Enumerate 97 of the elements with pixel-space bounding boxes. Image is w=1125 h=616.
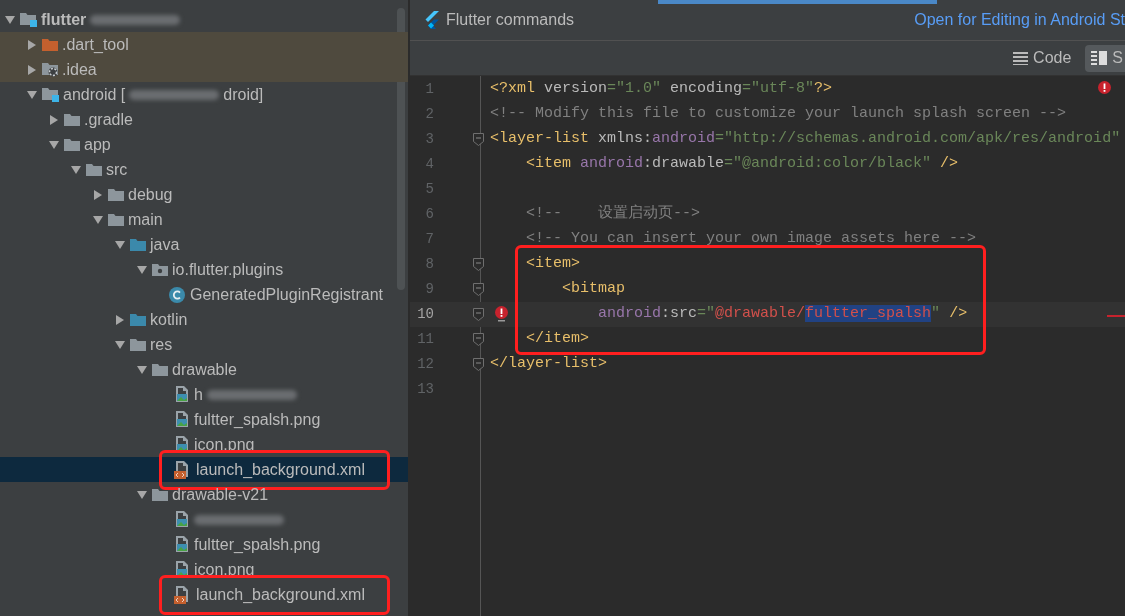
item-label: launch_background.xml [196,584,365,605]
image-file-icon [174,511,190,528]
image-file-icon [174,536,190,553]
folder-icon [108,187,124,202]
line-number: 6 [424,205,434,224]
tree-row[interactable]: main [0,207,408,232]
tree-row[interactable]: .idea [0,57,408,82]
code-line: </item> [525,329,590,350]
module-folder-icon [20,12,37,27]
code-editor[interactable] [410,76,1125,616]
tree-row[interactable]: io.flutter.plugins [0,257,408,282]
line-number: 4 [424,155,434,174]
code-line: <!-- Modify this file to customize your launch splash screen --> [489,104,1067,125]
error-icon [1098,81,1111,94]
line-number: 9 [424,280,434,299]
tree-row[interactable]: kotlin [0,307,408,332]
item-label: android [ [63,84,126,105]
banner-title: Flutter commands [446,10,575,30]
code-line: android:src="@drawable/fultter_spalsh" /> [597,304,968,325]
folder-icon [130,237,146,252]
item-label: io.flutter.plugins [172,259,284,280]
item-label: launch_background.xml [196,459,365,480]
code-line: <?xml version="1.0" encoding="utf-8"?> [489,79,833,100]
item-label: .idea [62,59,97,80]
image-file-icon [174,386,190,403]
code-line: <item> [525,254,580,275]
tree-row[interactable]: .dart_tool [0,32,408,57]
item-label: flutter [41,9,87,30]
folder-icon [108,212,124,227]
line-number: 7 [424,230,434,249]
tree-row[interactable]: app [0,132,408,157]
tree-row[interactable]: launch_background.xml [0,582,408,607]
item-label: .gradle [84,109,133,130]
item-label: main [128,209,163,230]
item-label: debug [128,184,173,205]
tree-row[interactable]: h [0,382,408,407]
folder-gear-icon [42,62,58,77]
code-line: <item android:drawable="@android:color/black" /> [525,154,959,175]
item-label: drawable-v21 [172,484,269,505]
item-label: java [150,234,180,255]
code-line: <bitmap [561,279,626,300]
tree-row[interactable]: fultter_spalsh.png [0,407,408,432]
line-number: 2 [424,105,434,124]
code-line: <!-- 设置启动页--> [525,203,701,225]
item-label: app [84,134,111,155]
code-line: <!-- You can insert your own image assets here --> [525,229,977,250]
line-number: 10 [416,305,434,324]
folder-icon [86,162,102,177]
tree-row[interactable]: launch_background.xml [0,457,408,482]
class-icon [168,285,186,304]
line-number: 11 [416,330,434,349]
code-line: <layer-list xmlns:android="http://schemas.android.com/apk/res/android" [489,129,1121,150]
folder-icon [130,337,146,352]
line-number: 13 [416,380,434,399]
line-number: 3 [424,130,434,149]
lines-icon [1013,51,1029,65]
folder-icon [152,362,168,377]
package-icon [152,262,168,277]
item-label: fultter_spalsh.png [194,534,321,555]
tree-row[interactable]: fultter_spalsh.png [0,532,408,557]
line-number: 8 [424,255,434,274]
folder-icon [64,137,80,152]
tree-row[interactable]: flutter [0,7,408,32]
item-label: src [106,159,128,180]
image-file-icon [174,411,190,428]
flutter-logo-icon [424,11,440,29]
tree-row[interactable]: debug [0,182,408,207]
folder-icon [64,112,80,127]
item-label: drawable [172,359,237,380]
folder-icon [152,487,168,502]
tree-row[interactable]: src [0,157,408,182]
tree-row[interactable]: GeneratedPluginRegistrant [0,282,408,307]
line-number: 5 [424,180,434,199]
split-view-icon [1091,51,1108,65]
tree-row[interactable]: drawable-v21 [0,482,408,507]
view-button[interactable]: Code [1007,44,1078,72]
item-label: droid] [223,84,264,105]
error-stripe-mark [1107,315,1125,317]
module-folder-icon [42,87,59,102]
item-label: .dart_tool [62,34,129,55]
line-number: 1 [424,80,434,99]
tree-row[interactable]: android [ droid] [0,82,408,107]
open-editing-link[interactable]: Open for Editing in Android St [914,8,1125,32]
line-number: 12 [416,355,434,374]
folder-icon [130,312,146,327]
tree-row[interactable]: drawable [0,357,408,382]
item-label: res [150,334,173,355]
tree-row[interactable]: res [0,332,408,357]
tree-row[interactable]: java [0,232,408,257]
folder-icon [42,37,58,52]
item-label: fultter_spalsh.png [194,409,321,430]
item-label: h [194,384,203,405]
item-label: kotlin [150,309,188,330]
view-button[interactable]: S [1085,44,1125,72]
tree-row[interactable]: .gradle [0,107,408,132]
item-label: GeneratedPluginRegistrant [190,284,383,305]
code-line: </layer-list> [489,354,608,375]
